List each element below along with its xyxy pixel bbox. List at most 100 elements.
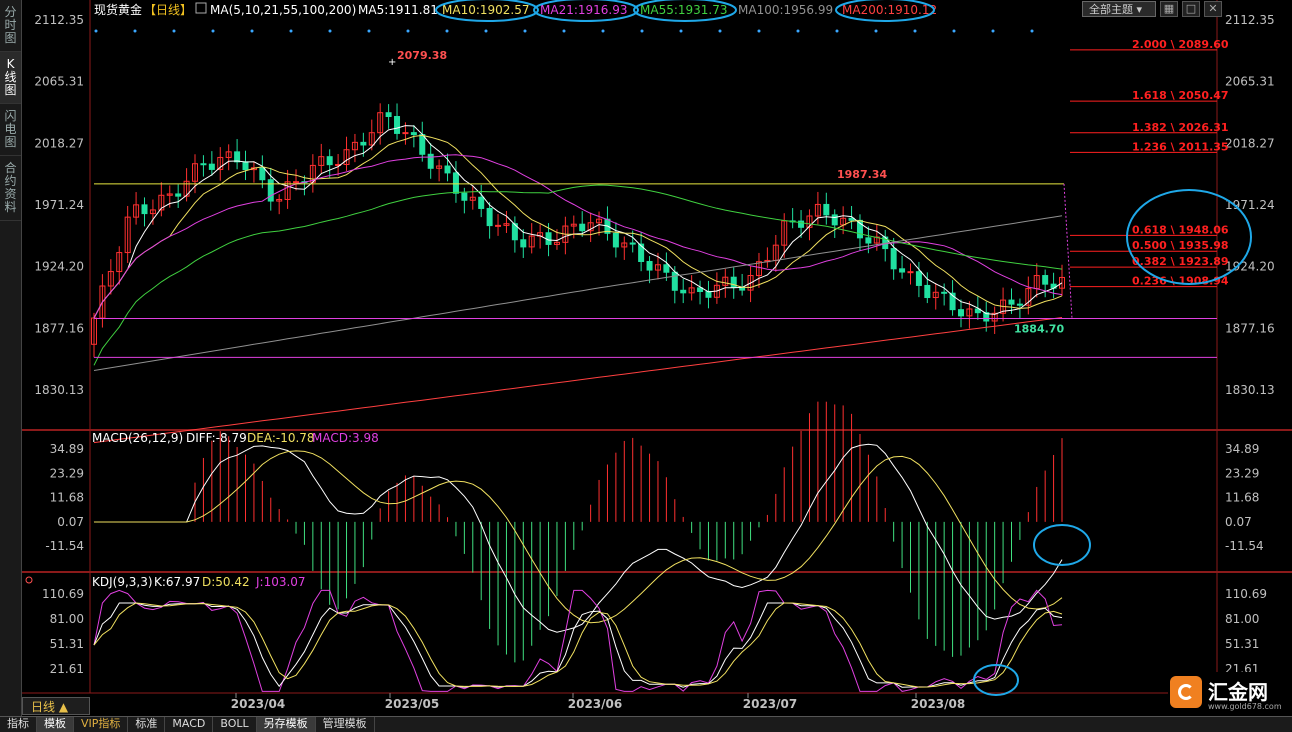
event-dot — [406, 29, 410, 33]
header-period: 【日线】 — [144, 3, 192, 17]
candle-body — [680, 289, 687, 294]
kdj-k: K:67.97 — [154, 575, 200, 589]
candle-body — [478, 196, 485, 209]
bottom-tab-0[interactable]: 指标 — [0, 717, 37, 732]
event-dot — [718, 29, 722, 33]
candle-body — [234, 151, 241, 163]
close-icon[interactable]: ✕ — [1204, 1, 1222, 17]
candle-body — [941, 291, 948, 294]
price-axis-right-5: 1877.16 — [1225, 321, 1275, 335]
candle-body — [175, 193, 182, 197]
price-axis-left-5: 1877.16 — [34, 321, 84, 335]
candle-body — [293, 181, 300, 184]
annotation-high: 2079.38 — [397, 49, 447, 62]
ma21-line — [93, 154, 1063, 319]
macd-dea-line — [94, 450, 1063, 624]
bottom-toolbar: 指标 模板 VIP指标 标准 MACD BOLL 另存模板 管理模板 — [0, 716, 1292, 732]
macd-axis-left-3: 0.07 — [57, 515, 84, 529]
candle-body — [452, 172, 459, 194]
theme-select-label: 全部主题 — [1089, 3, 1133, 16]
annotation-low: 1884.70 — [1014, 322, 1064, 335]
bottom-tab-6[interactable]: 另存模板 — [256, 717, 316, 732]
event-dot — [835, 29, 839, 33]
candle-body — [663, 264, 670, 273]
high-marker: + — [388, 57, 396, 68]
kdj-axis-right-0: 110.69 — [1225, 587, 1267, 601]
candle-body — [394, 116, 401, 134]
price-axis-right-0: 2112.35 — [1225, 13, 1275, 27]
event-dot — [640, 29, 644, 33]
price-axis-right-6: 1830.13 — [1225, 383, 1275, 397]
event-dot — [211, 29, 215, 33]
bottom-tab-2[interactable]: VIP指标 — [74, 717, 129, 732]
event-dot — [562, 29, 566, 33]
fib-label-5: 0.500 \ 1935.98 — [1132, 239, 1229, 252]
sidebar-tab-3[interactable]: 合约资料 — [0, 156, 21, 221]
kdj-axis-left-0: 110.69 — [42, 587, 84, 601]
kdj-title: KDJ(9,3,3) — [92, 575, 153, 589]
chevron-down-icon: ▾ — [1136, 3, 1143, 16]
candle-body — [899, 268, 906, 273]
candle-body — [924, 284, 931, 299]
candle-body — [865, 237, 872, 244]
macd-axis-left-1: 23.29 — [50, 466, 84, 480]
kdj-settings-icon — [25, 576, 33, 584]
event-dot — [289, 29, 293, 33]
candle-body — [427, 153, 434, 169]
candle-body — [200, 163, 207, 166]
candle-body — [915, 271, 922, 286]
header-symbol: 现货黄金 — [94, 2, 142, 17]
sidebar-tab-1[interactable]: K线图 — [0, 52, 21, 104]
price-axis-left-1: 2065.31 — [34, 75, 84, 89]
macd-diff-line — [94, 443, 1063, 633]
macd-value: MACD:3.98 — [312, 431, 379, 445]
sidebar-tab-0[interactable]: 分时图 — [0, 0, 21, 52]
event-dot — [757, 29, 761, 33]
candle-body — [831, 214, 838, 226]
theme-select[interactable]: 全部主题 ▾ — [1082, 1, 1156, 17]
table-icon[interactable]: ▦ — [1160, 1, 1178, 17]
macd-diff: DIFF:-8.79 — [186, 431, 247, 445]
kdj-j-line — [93, 589, 1063, 692]
event-dot — [94, 29, 98, 33]
bottom-tab-5[interactable]: BOLL — [213, 717, 257, 732]
candle-body — [242, 161, 249, 171]
event-dot — [367, 29, 371, 33]
macd-axis-left-0: 34.89 — [50, 442, 84, 456]
date-label-1: 2023/05 — [385, 697, 439, 711]
kdj-axis-left-1: 81.00 — [50, 612, 84, 626]
macd-title: MACD(26,12,9) — [92, 431, 183, 445]
bottom-tab-7[interactable]: 管理模板 — [316, 717, 375, 732]
candle-body — [461, 192, 468, 201]
fib-label-6: 0.382 \ 1923.89 — [1132, 255, 1229, 268]
bottom-tab-3[interactable]: 标准 — [128, 717, 166, 732]
annotation-mid-high: 1987.34 — [837, 168, 887, 181]
kdj-j: J:103.07 — [255, 575, 306, 589]
chart-canvas[interactable]: 2112.35 2112.35 2065.31 2065.31 2018.27 2018.… — [22, 0, 1292, 716]
period-selector[interactable]: 日线 ▲ — [22, 697, 90, 715]
ma-value-1: MA10:1902.57 — [442, 3, 530, 17]
bottom-tab-4[interactable]: MACD — [165, 717, 214, 732]
macd-dea: DEA:-10.78 — [247, 431, 315, 445]
macd-axis-right-2: 11.68 — [1225, 491, 1259, 505]
bottom-tab-1[interactable]: 模板 — [37, 717, 74, 732]
macd-axis-left-2: 11.68 — [50, 491, 84, 505]
event-dot — [796, 29, 800, 33]
highlight-circle-macd — [1033, 524, 1091, 566]
price-axis-right-1: 2065.31 — [1225, 75, 1275, 89]
candle-body — [646, 260, 653, 271]
event-dot — [133, 29, 137, 33]
ma-value-4: MA100:1956.99 — [738, 3, 833, 17]
ma200-line — [93, 317, 1063, 444]
candle-body — [267, 179, 274, 202]
price-axis-left-3: 1971.24 — [34, 198, 84, 212]
logo-url: www.gold678.com — [1208, 702, 1282, 711]
gold678-logo: 汇金网 www.gold678.com — [1168, 672, 1292, 716]
sidebar-tab-2[interactable]: 闪电图 — [0, 104, 21, 156]
candle-body — [141, 204, 148, 215]
maximize-icon[interactable]: □ — [1182, 1, 1200, 17]
candle-body — [326, 156, 333, 166]
logo-text: 汇金网 — [1208, 680, 1268, 704]
candle-body — [612, 232, 619, 248]
ma-settings-icon — [195, 2, 207, 14]
